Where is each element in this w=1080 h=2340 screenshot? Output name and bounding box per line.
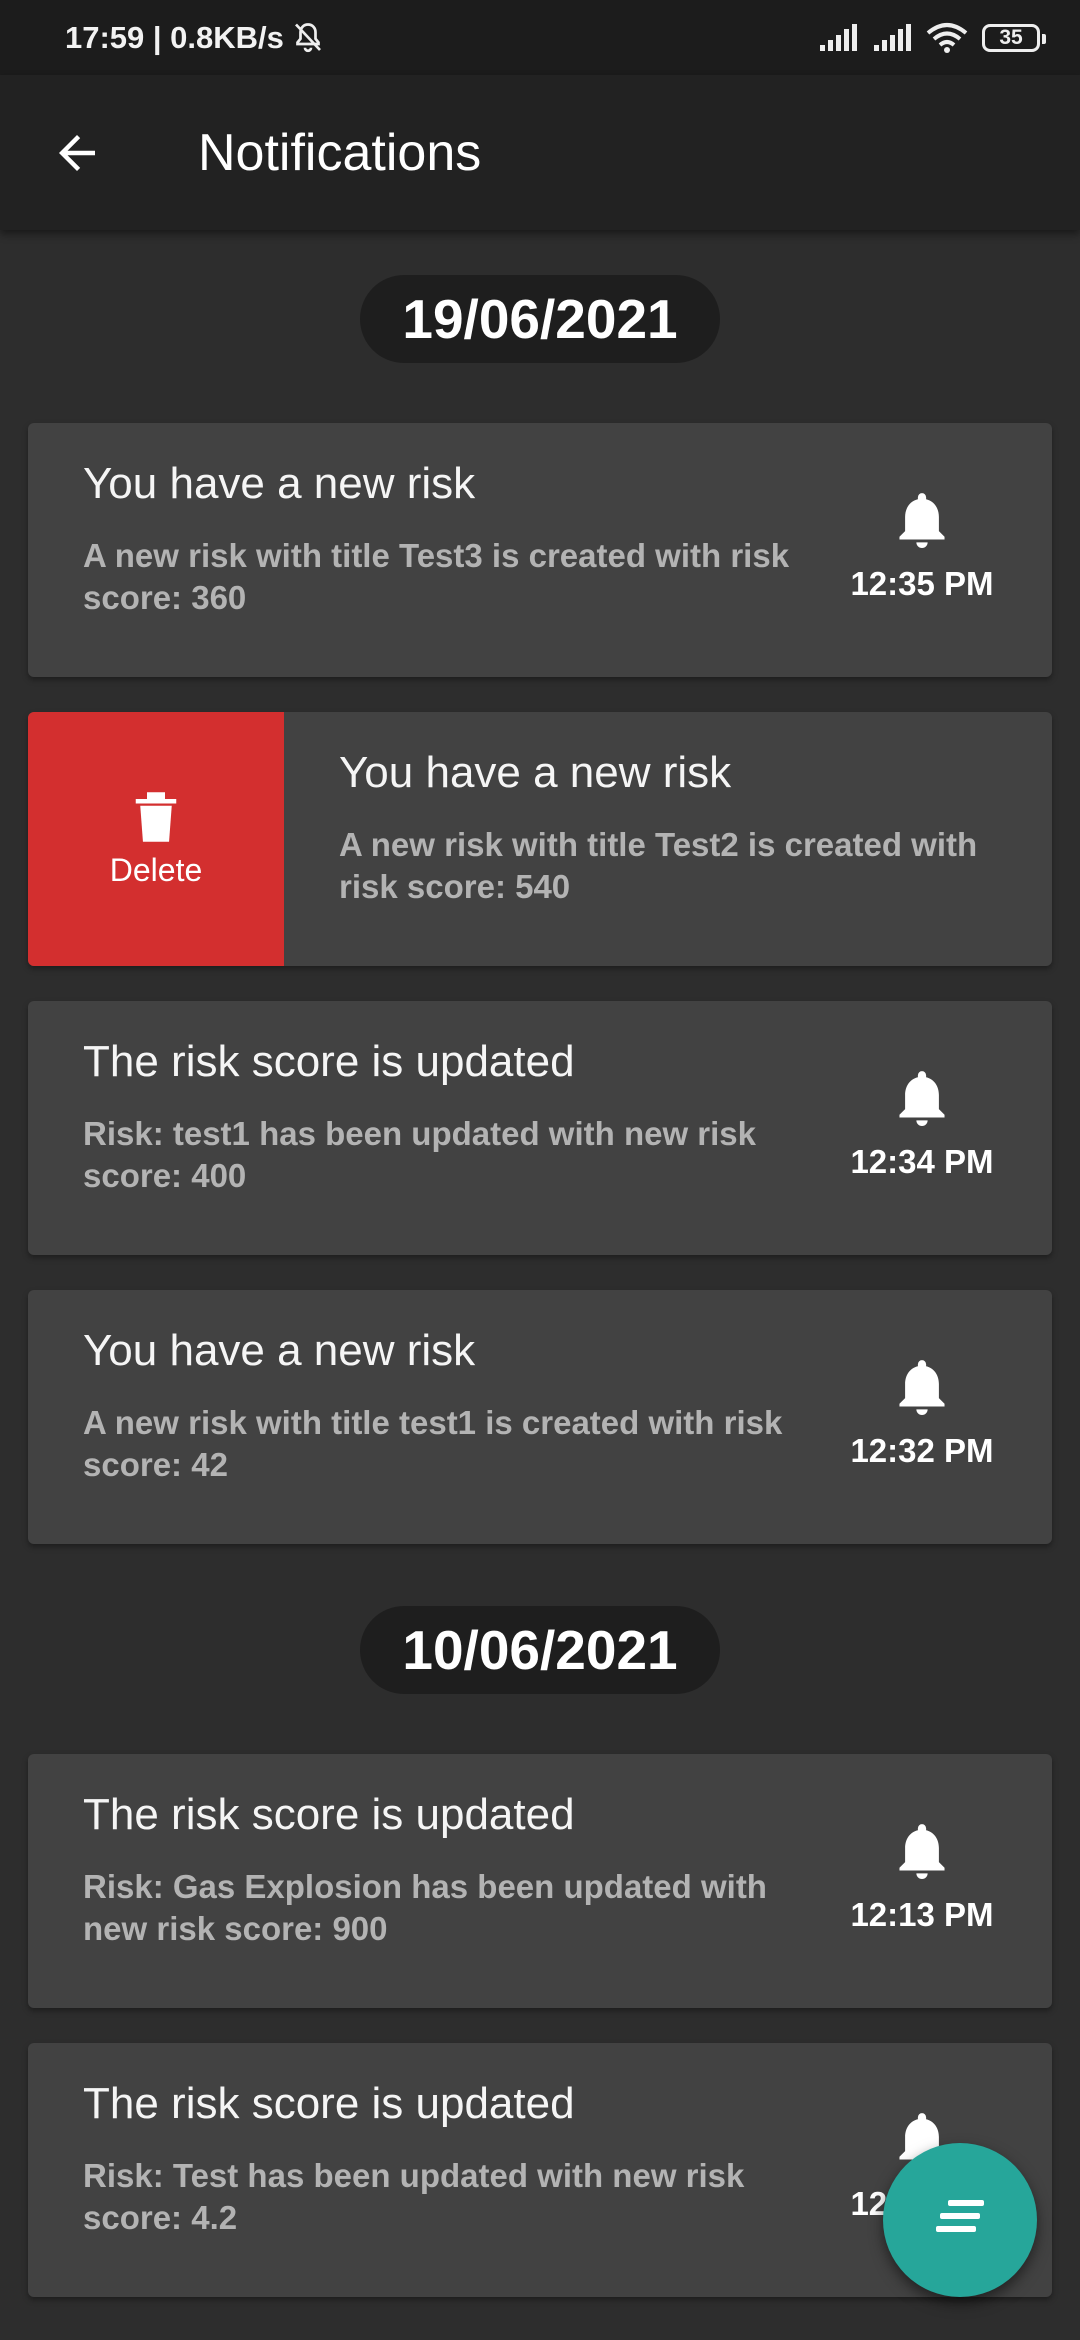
wifi-icon	[926, 22, 968, 53]
notification-card[interactable]: The risk score is updated Risk: Gas Expl…	[28, 1754, 1052, 2008]
notification-body: A new risk with title test1 is created w…	[83, 1404, 783, 1483]
sort-icon	[936, 2200, 984, 2232]
date-header: 10/06/2021	[360, 1606, 720, 1694]
notification-meta: 12:35 PM	[837, 493, 1007, 603]
bell-icon	[899, 1360, 945, 1415]
swiped-card-content: You have a new risk A new risk with titl…	[284, 712, 1052, 966]
notification-body: Risk: Test has been updated with new ris…	[83, 2157, 745, 2236]
notification-title: You have a new risk	[83, 1326, 476, 1375]
notification-body: Risk: Gas Explosion has been updated wit…	[83, 1868, 767, 1947]
notification-time: 12:35 PM	[850, 565, 994, 602]
notification-card[interactable]: The risk score is updated Risk: test1 ha…	[28, 1001, 1052, 1255]
mute-bell-icon	[294, 22, 321, 52]
notification-title: The risk score is updated	[83, 1037, 575, 1086]
notification-card-swiped[interactable]: Delete You have a new risk A new risk wi…	[28, 712, 1052, 966]
arrow-left-icon	[59, 135, 95, 171]
delete-button[interactable]: Delete	[28, 712, 284, 966]
battery-indicator: 35	[982, 23, 1046, 52]
notification-time: 12:32 PM	[850, 1432, 994, 1469]
battery-level: 35	[999, 25, 1023, 49]
notification-body: A new risk with title Test3 is created w…	[83, 537, 790, 616]
notification-meta: 12:13 PM	[837, 1824, 1007, 1934]
notification-title: The risk score is updated	[83, 1790, 575, 1839]
notification-card[interactable]: You have a new risk A new risk with titl…	[28, 1290, 1052, 1544]
notification-meta: 12:34 PM	[837, 1071, 1007, 1181]
status-bar: 17:59 | 0.8KB/s 35	[0, 0, 1080, 75]
notification-title: You have a new risk	[339, 748, 732, 797]
page-title: Notifications	[198, 123, 482, 182]
delete-label: Delete	[109, 851, 203, 888]
notification-title: The risk score is updated	[83, 2079, 575, 2128]
notification-card[interactable]: You have a new risk A new risk with titl…	[28, 423, 1052, 677]
signal-icon	[820, 23, 857, 51]
notification-time: 12:34 PM	[850, 1143, 994, 1180]
status-time-speed: 17:59 | 0.8KB/s	[65, 19, 284, 55]
date-header: 19/06/2021	[360, 275, 720, 363]
notification-body: A new risk with title Test2 is created w…	[339, 826, 978, 905]
bell-icon	[899, 1071, 945, 1126]
trash-icon	[135, 791, 177, 842]
status-icons: 35	[818, 0, 1046, 75]
notification-title: You have a new risk	[83, 459, 476, 508]
back-button[interactable]	[42, 118, 112, 188]
app-bar: Notifications	[0, 75, 1080, 230]
signal-icon	[874, 23, 911, 51]
status-time-speed-group: 17:59 | 0.8KB/s	[65, 0, 326, 75]
notification-meta: 12:32 PM	[837, 1360, 1007, 1470]
sort-fab-button[interactable]	[883, 2143, 1037, 2297]
notification-body: Risk: test1 has been updated with new ri…	[83, 1115, 757, 1194]
bell-icon	[899, 1824, 945, 1879]
bell-icon	[899, 493, 945, 548]
notification-time: 12:13 PM	[850, 1896, 994, 1933]
